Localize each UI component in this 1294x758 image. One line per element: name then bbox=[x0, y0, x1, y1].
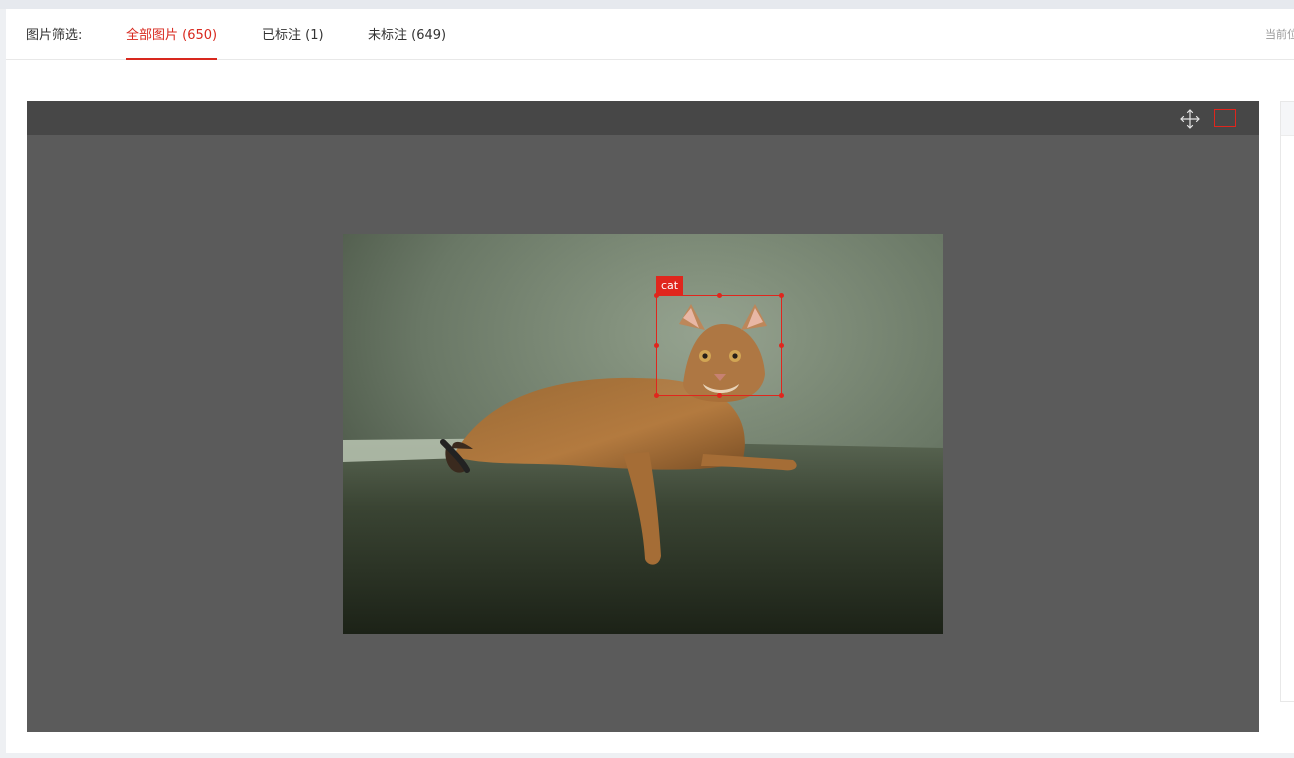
annotation-layer: cat bbox=[343, 234, 943, 634]
resize-handle-bottom[interactable] bbox=[717, 393, 722, 398]
filter-label: 图片筛选: bbox=[26, 28, 83, 43]
tab-all-images[interactable]: 全部图片 (650) bbox=[126, 24, 218, 60]
resize-handle-right[interactable] bbox=[779, 343, 784, 348]
resize-handle-top[interactable] bbox=[717, 293, 722, 298]
filter-bar: 图片筛选: 全部图片 (650) 已标注 (1) 未标注 (649) 当前位 bbox=[6, 9, 1294, 60]
resize-handle-top-left[interactable] bbox=[654, 293, 659, 298]
resize-handle-bottom-right[interactable] bbox=[779, 393, 784, 398]
side-panel bbox=[1280, 101, 1294, 702]
viewer-toolbar bbox=[27, 101, 1259, 135]
rectangle-tool-icon[interactable] bbox=[1214, 109, 1236, 127]
top-strip bbox=[0, 0, 1294, 9]
resize-handle-left[interactable] bbox=[654, 343, 659, 348]
move-icon[interactable] bbox=[1179, 108, 1201, 130]
annotation-card: 图片筛选: 全部图片 (650) 已标注 (1) 未标注 (649) 当前位 c… bbox=[6, 9, 1294, 753]
annotation-bounding-box[interactable] bbox=[656, 295, 782, 396]
side-panel-header bbox=[1281, 102, 1294, 136]
image-viewer[interactable]: cat bbox=[27, 101, 1259, 732]
current-position-label: 当前位 bbox=[1265, 28, 1294, 41]
resize-handle-top-right[interactable] bbox=[779, 293, 784, 298]
resize-handle-bottom-left[interactable] bbox=[654, 393, 659, 398]
tab-unlabeled[interactable]: 未标注 (649) bbox=[368, 24, 446, 60]
tab-labeled[interactable]: 已标注 (1) bbox=[262, 24, 324, 60]
annotation-label[interactable]: cat bbox=[656, 276, 684, 295]
